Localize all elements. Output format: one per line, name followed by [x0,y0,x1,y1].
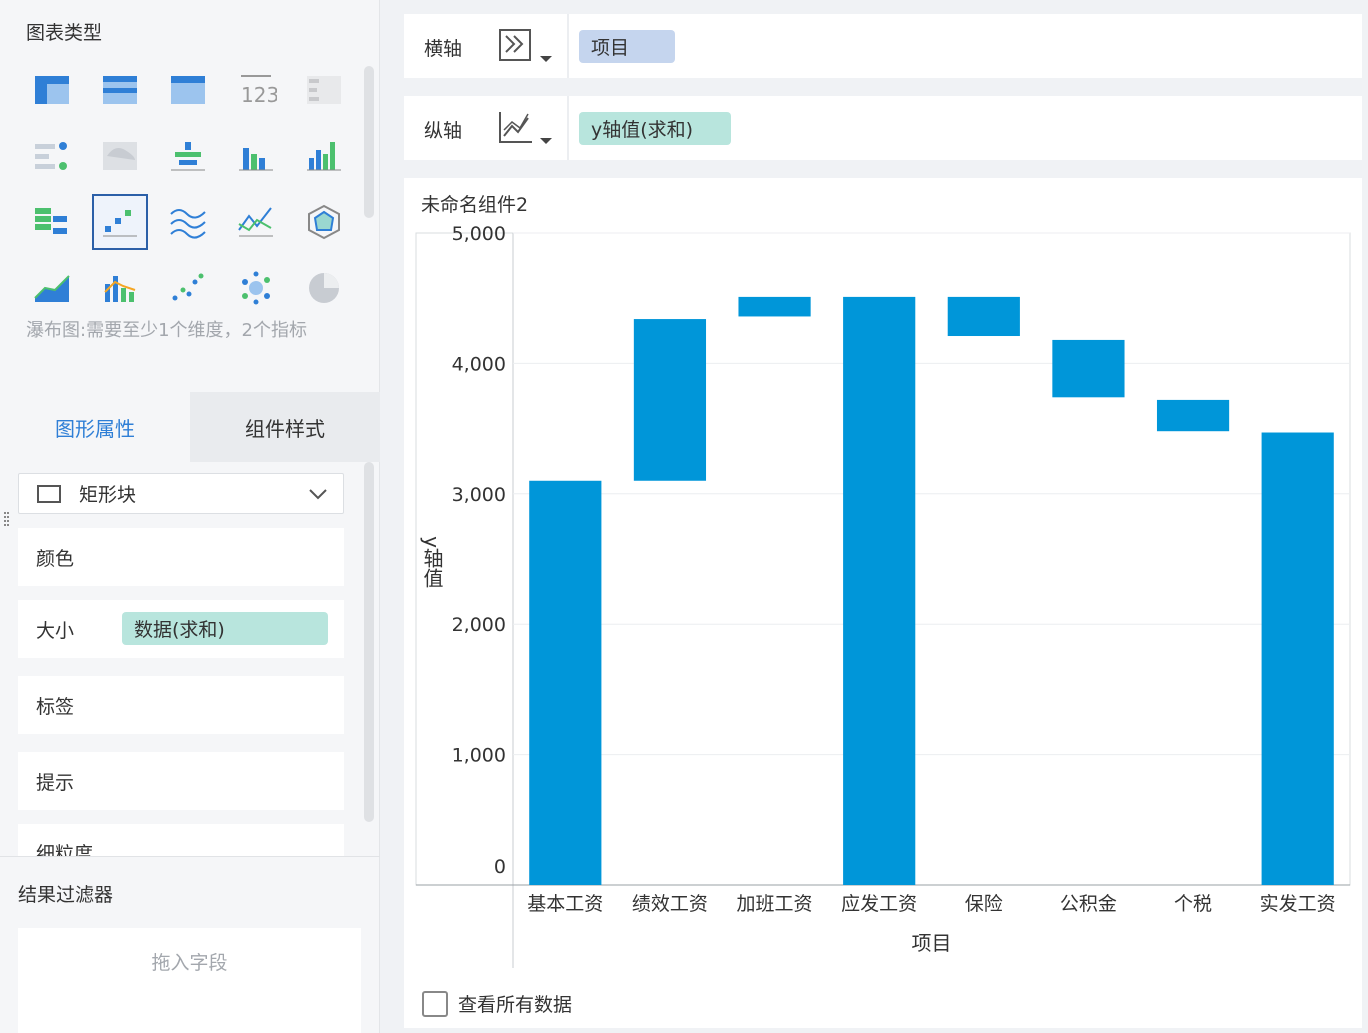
x-axis-type-icon[interactable] [498,28,560,68]
group-table-icon[interactable] [92,62,148,118]
bar-2 [738,296,811,317]
y-axis-title: y轴值 [420,536,444,588]
y-tick-label: 5,000 [452,223,506,245]
x-tick-label: 实发工资 [1260,893,1336,915]
number-card-icon[interactable]: 123 [228,62,284,118]
multi-line-icon[interactable] [160,194,216,250]
y-tick-label: 1,000 [452,745,506,767]
bar-4 [947,296,1020,337]
tab-component-style[interactable]: 组件样式 [190,392,380,462]
left-panel: 图表类型 123 瀑布图:需要至少1个维度，2个指标 图形属性 组件样式 矩形块… [0,0,380,1033]
cross-table-icon[interactable] [24,62,80,118]
y-axis-row: 纵轴 y轴值(求和) [404,96,1362,160]
drag-handle-icon[interactable] [3,510,11,532]
prop-label[interactable]: 标签 [18,676,344,734]
map-icon[interactable] [92,128,148,184]
x-tick-label: 公积金 [1060,893,1117,915]
prop-tooltip-label: 提示 [36,771,75,794]
area-chart-icon[interactable] [24,260,80,316]
bar-6 [1156,399,1230,432]
x-tick-label: 个税 [1174,893,1212,915]
bar-1 [633,319,707,481]
waterfall-icon[interactable] [92,194,148,250]
kpi-table-icon[interactable] [296,62,352,118]
bar-7 [1261,432,1334,885]
divider [567,14,569,78]
chevron-down-icon [309,489,327,500]
shape-select[interactable]: 矩形块 [18,473,344,514]
properties-scrollbar[interactable] [364,462,374,822]
prop-size[interactable]: 大小 数据(求和) [18,600,344,658]
view-all-checkbox[interactable] [422,990,448,1017]
chart-type-title: 图表类型 [26,22,103,44]
x-tick-label: 基本工资 [527,893,603,915]
shape-select-value: 矩形块 [79,484,137,506]
y-axis-type-icon[interactable] [498,110,560,150]
x-axis-title: 项目 [912,931,952,955]
prop-granularity-label: 细粒度 [36,843,94,856]
tab-graph-properties[interactable]: 图形属性 [0,392,190,462]
waterfall-chart: 5,000 4,000 3,000 2,000 1,000 0 基本工资 绩效工资 加班工资 应发… [415,223,1351,968]
x-tick-label: 绩效工资 [632,893,708,915]
filter-drop-zone[interactable]: 拖入字段 [18,928,361,1033]
view-all-label: 查看所有数据 [458,994,573,1016]
x-axis-field-pill[interactable]: 项目 [579,30,675,63]
bubble-icon[interactable] [228,260,284,316]
x-tick-label: 应发工资 [841,893,917,915]
line-chart-icon[interactable] [228,194,284,250]
y-tick-label: 3,000 [452,484,506,506]
bar-3 [843,296,916,885]
size-field-pill[interactable]: 数据(求和) [122,612,328,645]
chart-type-hint: 瀑布图:需要至少1个维度，2个指标 [26,320,307,341]
y-tick-label: 4,000 [452,353,506,375]
prop-granularity[interactable]: 细粒度 [18,824,344,856]
property-tabs: 图形属性 组件样式 [0,392,380,462]
x-tick-label: 加班工资 [737,893,813,915]
scatter-icon[interactable] [160,260,216,316]
prop-label-label: 标签 [36,695,75,718]
grouped-bar-icon[interactable] [228,128,284,184]
result-filter-title: 结果过滤器 [18,884,114,906]
view-all-data[interactable]: 查看所有数据 [422,990,572,1017]
y-tick-label: 0 [494,856,506,878]
y-axis-field-pill[interactable]: y轴值(求和) [579,112,731,145]
chart-card: 未命名组件2 5,000 4,000 3,000 2,000 1,000 0 基本工资 绩效工… [404,178,1362,1028]
svg-text:123: 123 [241,83,277,107]
prop-color-label: 颜色 [36,547,75,570]
horizontal-bar-icon[interactable] [24,194,80,250]
prop-color[interactable]: 颜色 [18,528,344,586]
x-tick-label: 保险 [965,893,1003,915]
drop-hint: 拖入字段 [151,952,228,974]
y-tick-label: 2,000 [452,614,506,636]
detail-table-icon[interactable] [160,62,216,118]
bar-0 [529,480,602,885]
divider [567,96,569,160]
combo-chart-icon[interactable] [92,260,148,316]
stacked-bar-icon[interactable] [160,128,216,184]
divider [0,856,380,857]
y-axis-label: 纵轴 [424,120,463,142]
prop-tooltip[interactable]: 提示 [18,752,344,810]
column-chart-icon[interactable] [296,128,352,184]
x-axis-row: 横轴 项目 [404,14,1362,78]
prop-size-label: 大小 [36,619,75,642]
bar-5 [1052,339,1125,398]
pie-icon[interactable] [296,260,352,316]
progress-bar-icon[interactable] [24,128,80,184]
radar-icon[interactable] [296,194,352,250]
chart-type-scrollbar[interactable] [364,66,374,218]
x-axis-label: 横轴 [424,38,463,60]
rectangle-icon [37,484,61,503]
